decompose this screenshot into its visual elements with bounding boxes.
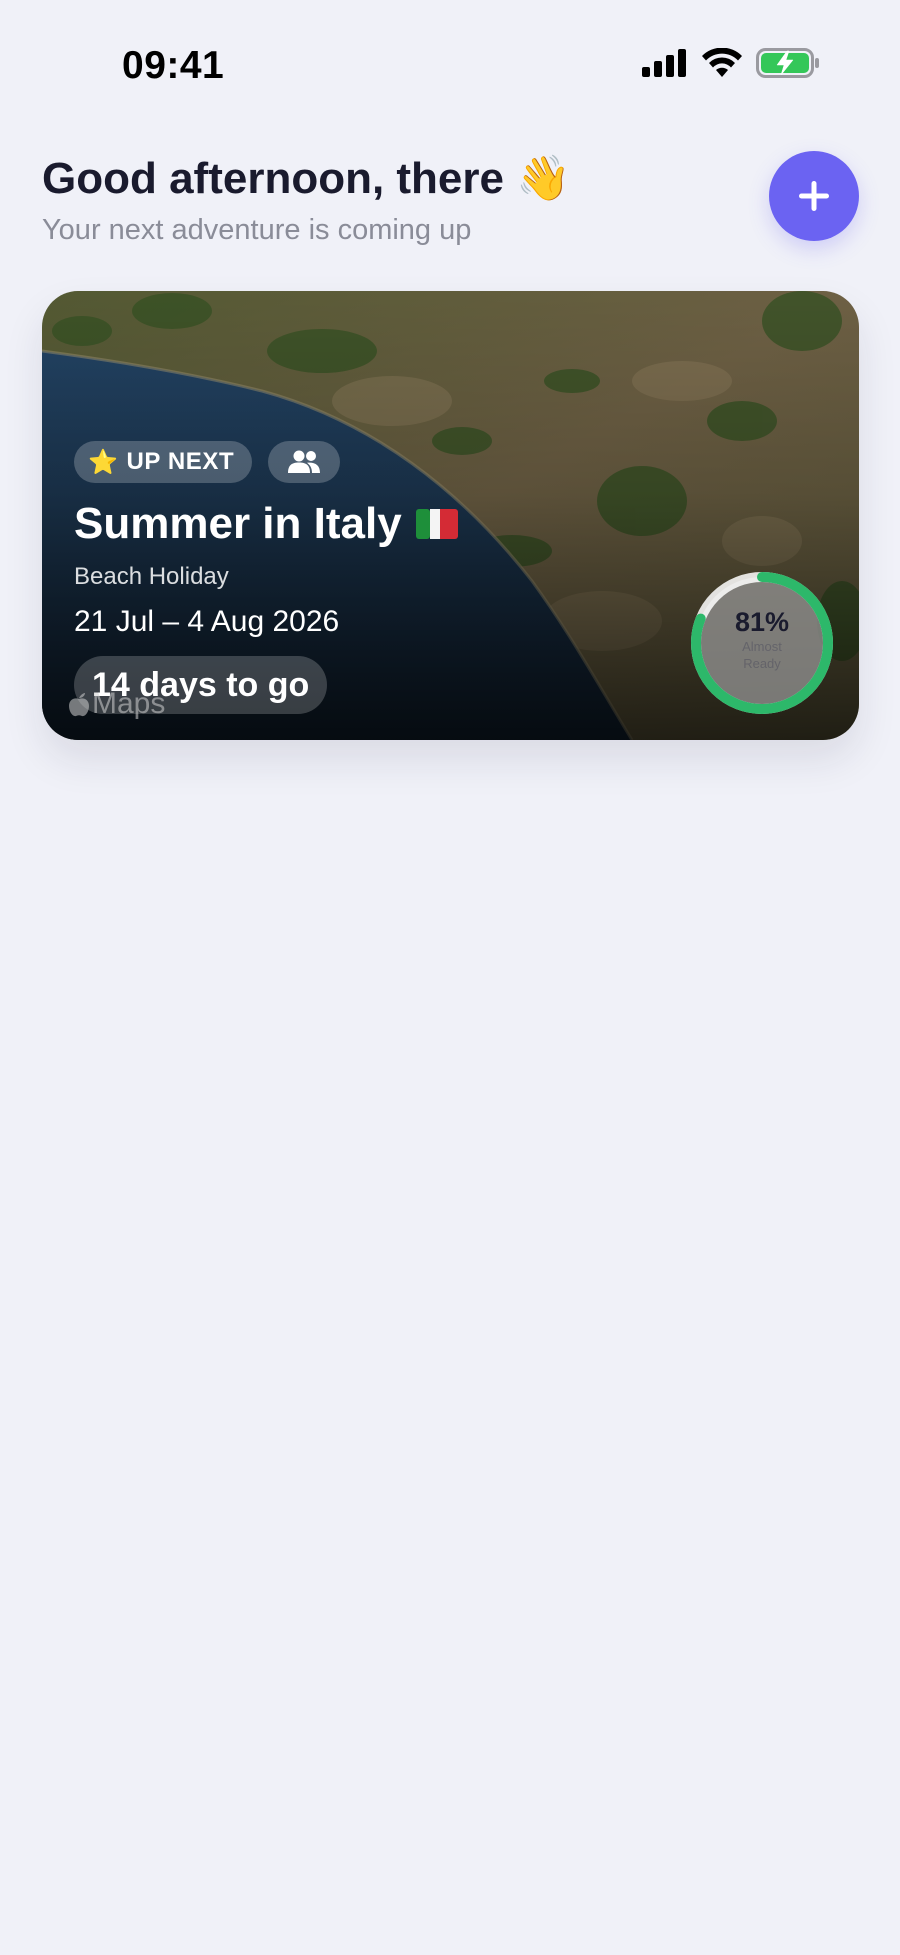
trip-dates: 21 Jul – 4 Aug 2026	[74, 605, 340, 638]
up-next-badge: ⭐ UP NEXT	[74, 441, 253, 483]
people-icon	[288, 450, 321, 473]
status-bar: 09:41	[0, 0, 900, 130]
progress-percent: 81%	[734, 606, 790, 637]
home-screen: 09:41 Good afternoon, there 👋 Your next …	[0, 0, 900, 1955]
plus-icon	[799, 181, 829, 211]
greeting-text: Good afternoon, there	[42, 154, 504, 203]
group-trip-badge	[268, 441, 341, 483]
greeting-heading: Good afternoon, there 👋	[42, 152, 571, 204]
waving-hand-emoji: 👋	[516, 154, 572, 203]
status-icons	[642, 48, 820, 78]
maps-label: Maps	[92, 687, 166, 720]
upcoming-trip-card[interactable]: ⭐ UP NEXT Summer in Italy Beach Holiday …	[42, 291, 859, 740]
progress-text: 81% Almost Ready	[688, 569, 836, 717]
progress-status: Almost Ready	[742, 638, 782, 671]
trip-type: Beach Holiday	[74, 563, 229, 590]
wifi-icon	[702, 48, 742, 77]
add-trip-button[interactable]	[769, 151, 859, 241]
maps-attribution: Maps	[68, 687, 165, 721]
greeting-subtitle: Your next adventure is coming up	[42, 214, 472, 246]
trip-badges: ⭐ UP NEXT	[74, 441, 341, 483]
trip-title-text: Summer in Italy	[74, 499, 402, 548]
readiness-progress-ring: 81% Almost Ready	[688, 569, 836, 717]
apple-logo-icon	[69, 693, 89, 717]
battery-charging-icon	[756, 48, 819, 78]
cellular-signal-icon	[642, 49, 686, 77]
status-time: 09:41	[122, 44, 225, 87]
up-next-label: UP NEXT	[126, 448, 235, 475]
star-icon: ⭐	[88, 448, 119, 476]
italy-flag-icon	[415, 509, 458, 539]
trip-title: Summer in Italy	[74, 499, 458, 549]
